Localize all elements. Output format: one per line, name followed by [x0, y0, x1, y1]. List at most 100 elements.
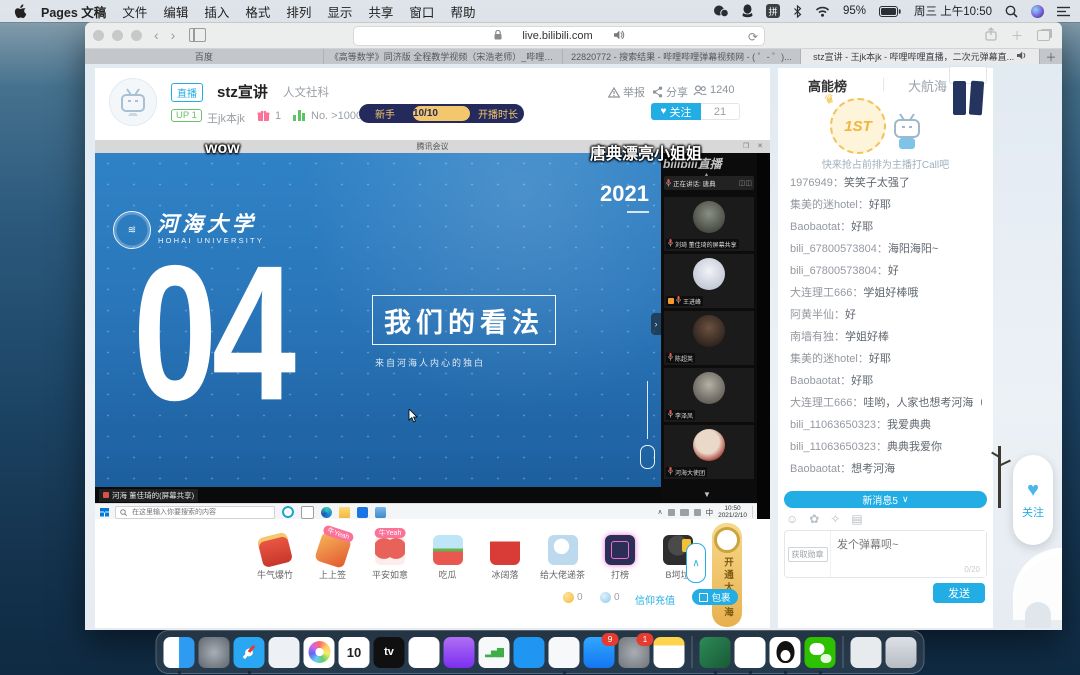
menubar-menu-item[interactable]: 共享: [368, 2, 393, 21]
recharge-link[interactable]: 信仰充值: [635, 592, 675, 607]
menubar-menu-item[interactable]: 文件: [122, 2, 147, 21]
menubar-menu-item[interactable]: 显示: [327, 2, 352, 21]
active-app-name[interactable]: Pages 文稿: [41, 2, 106, 21]
chat-message[interactable]: 集美的迷hotel：好耶: [790, 194, 982, 216]
gift-icon-7[interactable]: [605, 535, 635, 565]
menubar-menu-item[interactable]: 排列: [286, 2, 311, 21]
live-video-player[interactable]: 腾讯会议 ❐ ✕ ≋ 河海大学 HOHAI UNIVERSITY 2021 04…: [95, 140, 770, 519]
gift-icon-4[interactable]: [433, 535, 463, 565]
emoji-icon[interactable]: ☺: [786, 512, 798, 526]
level-right[interactable]: 开播时长: [472, 106, 524, 121]
bluetooth-icon[interactable]: [793, 5, 802, 18]
dock-icon-tencentvideo[interactable]: [735, 637, 766, 668]
tab-fleet[interactable]: 大航海: [908, 76, 947, 95]
dock-icon-launchpad[interactable]: [199, 637, 230, 668]
dock-icon-qq[interactable]: [770, 637, 801, 668]
gift-item[interactable]: 吃瓜: [420, 529, 476, 581]
follow-button[interactable]: ♥关注: [651, 103, 701, 120]
dock-icon-appletv[interactable]: tv: [374, 637, 405, 668]
add-tab-button[interactable]: ＋: [1040, 49, 1062, 64]
chat-user[interactable]: bili_67800573804：: [790, 265, 888, 277]
dock-icon-photos[interactable]: [304, 637, 335, 668]
dock-icon-excel[interactable]: [700, 637, 731, 668]
gift-item[interactable]: 给大佬递茶: [535, 529, 591, 581]
tab-audio-icon[interactable]: [1017, 51, 1027, 62]
streamer-avatar[interactable]: [109, 78, 157, 126]
chat-user[interactable]: 大连理工666：: [790, 397, 863, 409]
strip-scroll-down-icon[interactable]: ▼: [703, 490, 711, 499]
dock-icon-reminders[interactable]: [409, 637, 440, 668]
qq-menubar-icon[interactable]: [742, 4, 753, 18]
gift-item[interactable]: 牛Yeah上上签: [305, 529, 361, 581]
danmaku-effect-icon[interactable]: ✧: [830, 512, 840, 526]
gift-icon-5[interactable]: [490, 535, 520, 565]
dock-icon-mail[interactable]: [269, 637, 300, 668]
wifi-icon[interactable]: [815, 6, 830, 17]
forward-button[interactable]: ›: [171, 28, 176, 42]
reload-icon[interactable]: ⟳: [748, 30, 758, 44]
chat-user[interactable]: 集美的迷hotel：: [790, 199, 869, 211]
gift-icon-3[interactable]: 牛Yeah: [375, 535, 405, 565]
chat-message[interactable]: bili_11063650323：我爱典典: [790, 414, 982, 436]
chat-user[interactable]: 1976949：: [790, 177, 844, 189]
package-button[interactable]: 包裹: [692, 589, 738, 605]
dock-icon-wechat[interactable]: [805, 637, 836, 668]
zoom-window-button[interactable]: [131, 30, 142, 41]
chat-message[interactable]: 集美的迷hotel：好耶: [790, 348, 982, 370]
url-input[interactable]: [506, 29, 610, 43]
dock-icon-settings[interactable]: 1: [619, 637, 650, 668]
chat-message[interactable]: 阿黄半仙：好: [790, 304, 982, 326]
address-bar[interactable]: ⟳: [353, 26, 765, 46]
danmaku-color-icon[interactable]: ✿: [809, 512, 819, 526]
menubar-menu-item[interactable]: 窗口: [409, 2, 434, 21]
chat-message[interactable]: Baobaotat：想考河海: [790, 458, 982, 480]
dock-icon-numbers[interactable]: [479, 637, 510, 668]
gift-icon-2[interactable]: 牛Yeah: [314, 531, 352, 569]
dock-icon-safari[interactable]: [234, 637, 265, 668]
chat-message[interactable]: Baobaotat：好耶: [790, 370, 982, 392]
gift-item[interactable]: 冰阔落: [477, 529, 533, 581]
room-category[interactable]: 人文社科: [283, 84, 329, 100]
menubar-menu-item[interactable]: 插入: [204, 2, 229, 21]
dock-icon-notes[interactable]: [654, 637, 685, 668]
notification-center-icon[interactable]: [1057, 6, 1070, 17]
dock-icon-trash[interactable]: [886, 637, 917, 668]
chat-message[interactable]: 1976949：笑笑子太强了: [790, 172, 982, 194]
chat-message[interactable]: Baobaotat：好耶: [790, 216, 982, 238]
open-fleet-banner[interactable]: 开通大航海: [712, 523, 742, 627]
fan-medal-zone[interactable]: 获取勋章: [785, 531, 831, 577]
gift-item[interactable]: 打榜: [592, 529, 648, 581]
gift-item[interactable]: 牛Yeah平安如意: [362, 529, 418, 581]
chat-user[interactable]: Baobaotat：: [790, 463, 851, 475]
new-messages-button[interactable]: 新消息5∨: [784, 491, 987, 508]
dock-icon-appstore[interactable]: 9: [584, 637, 615, 668]
chat-user[interactable]: bili_11063650323：: [790, 419, 887, 431]
chat-message[interactable]: bili_67800573804：海阳海阳~: [790, 238, 982, 260]
chat-message[interactable]: 大连理工666：学姐好棒哦: [790, 282, 982, 304]
dock-icon-stack[interactable]: [851, 637, 882, 668]
chat-message[interactable]: bili_67800573804：好: [790, 260, 982, 282]
browser-tab[interactable]: 百度: [85, 49, 324, 64]
apple-menu-icon[interactable]: [14, 4, 27, 19]
gift-item[interactable]: 牛气爆竹: [247, 529, 303, 581]
chat-user[interactable]: 南墙有独：: [790, 331, 845, 343]
gift-icon-1[interactable]: [257, 532, 293, 568]
chat-message[interactable]: 大连理工666：哇哟，人家也想考河海（￣∨￣）: [790, 392, 982, 414]
chat-message[interactable]: bili_11063650323：典典我爱你: [790, 436, 982, 458]
report-button[interactable]: 举报: [608, 84, 645, 100]
dock-icon-finder[interactable]: [164, 637, 195, 668]
dock-icon-pages[interactable]: [549, 637, 580, 668]
block-settings-icon[interactable]: ▤: [851, 512, 862, 526]
chat-message[interactable]: 南墙有独：学姐好棒: [790, 326, 982, 348]
chat-user[interactable]: Baobaotat：: [790, 375, 851, 387]
chat-user[interactable]: 大连理工666：: [790, 287, 863, 299]
dock-icon-keynote[interactable]: [514, 637, 545, 668]
gift-collapse-button[interactable]: ∧: [686, 543, 706, 583]
browser-tab[interactable]: stz宣讲 - 王jk本jk - 哔哩哔哩直播，二次元弹幕直...: [801, 49, 1040, 64]
share-room-button[interactable]: 分享: [652, 84, 688, 100]
back-button[interactable]: ‹: [154, 28, 159, 42]
floating-follow-widget[interactable]: ♥ 关注: [1013, 455, 1053, 545]
send-button[interactable]: 发送: [933, 583, 985, 603]
share-icon[interactable]: [985, 27, 997, 44]
tab-audio-mute-icon[interactable]: [614, 27, 625, 45]
